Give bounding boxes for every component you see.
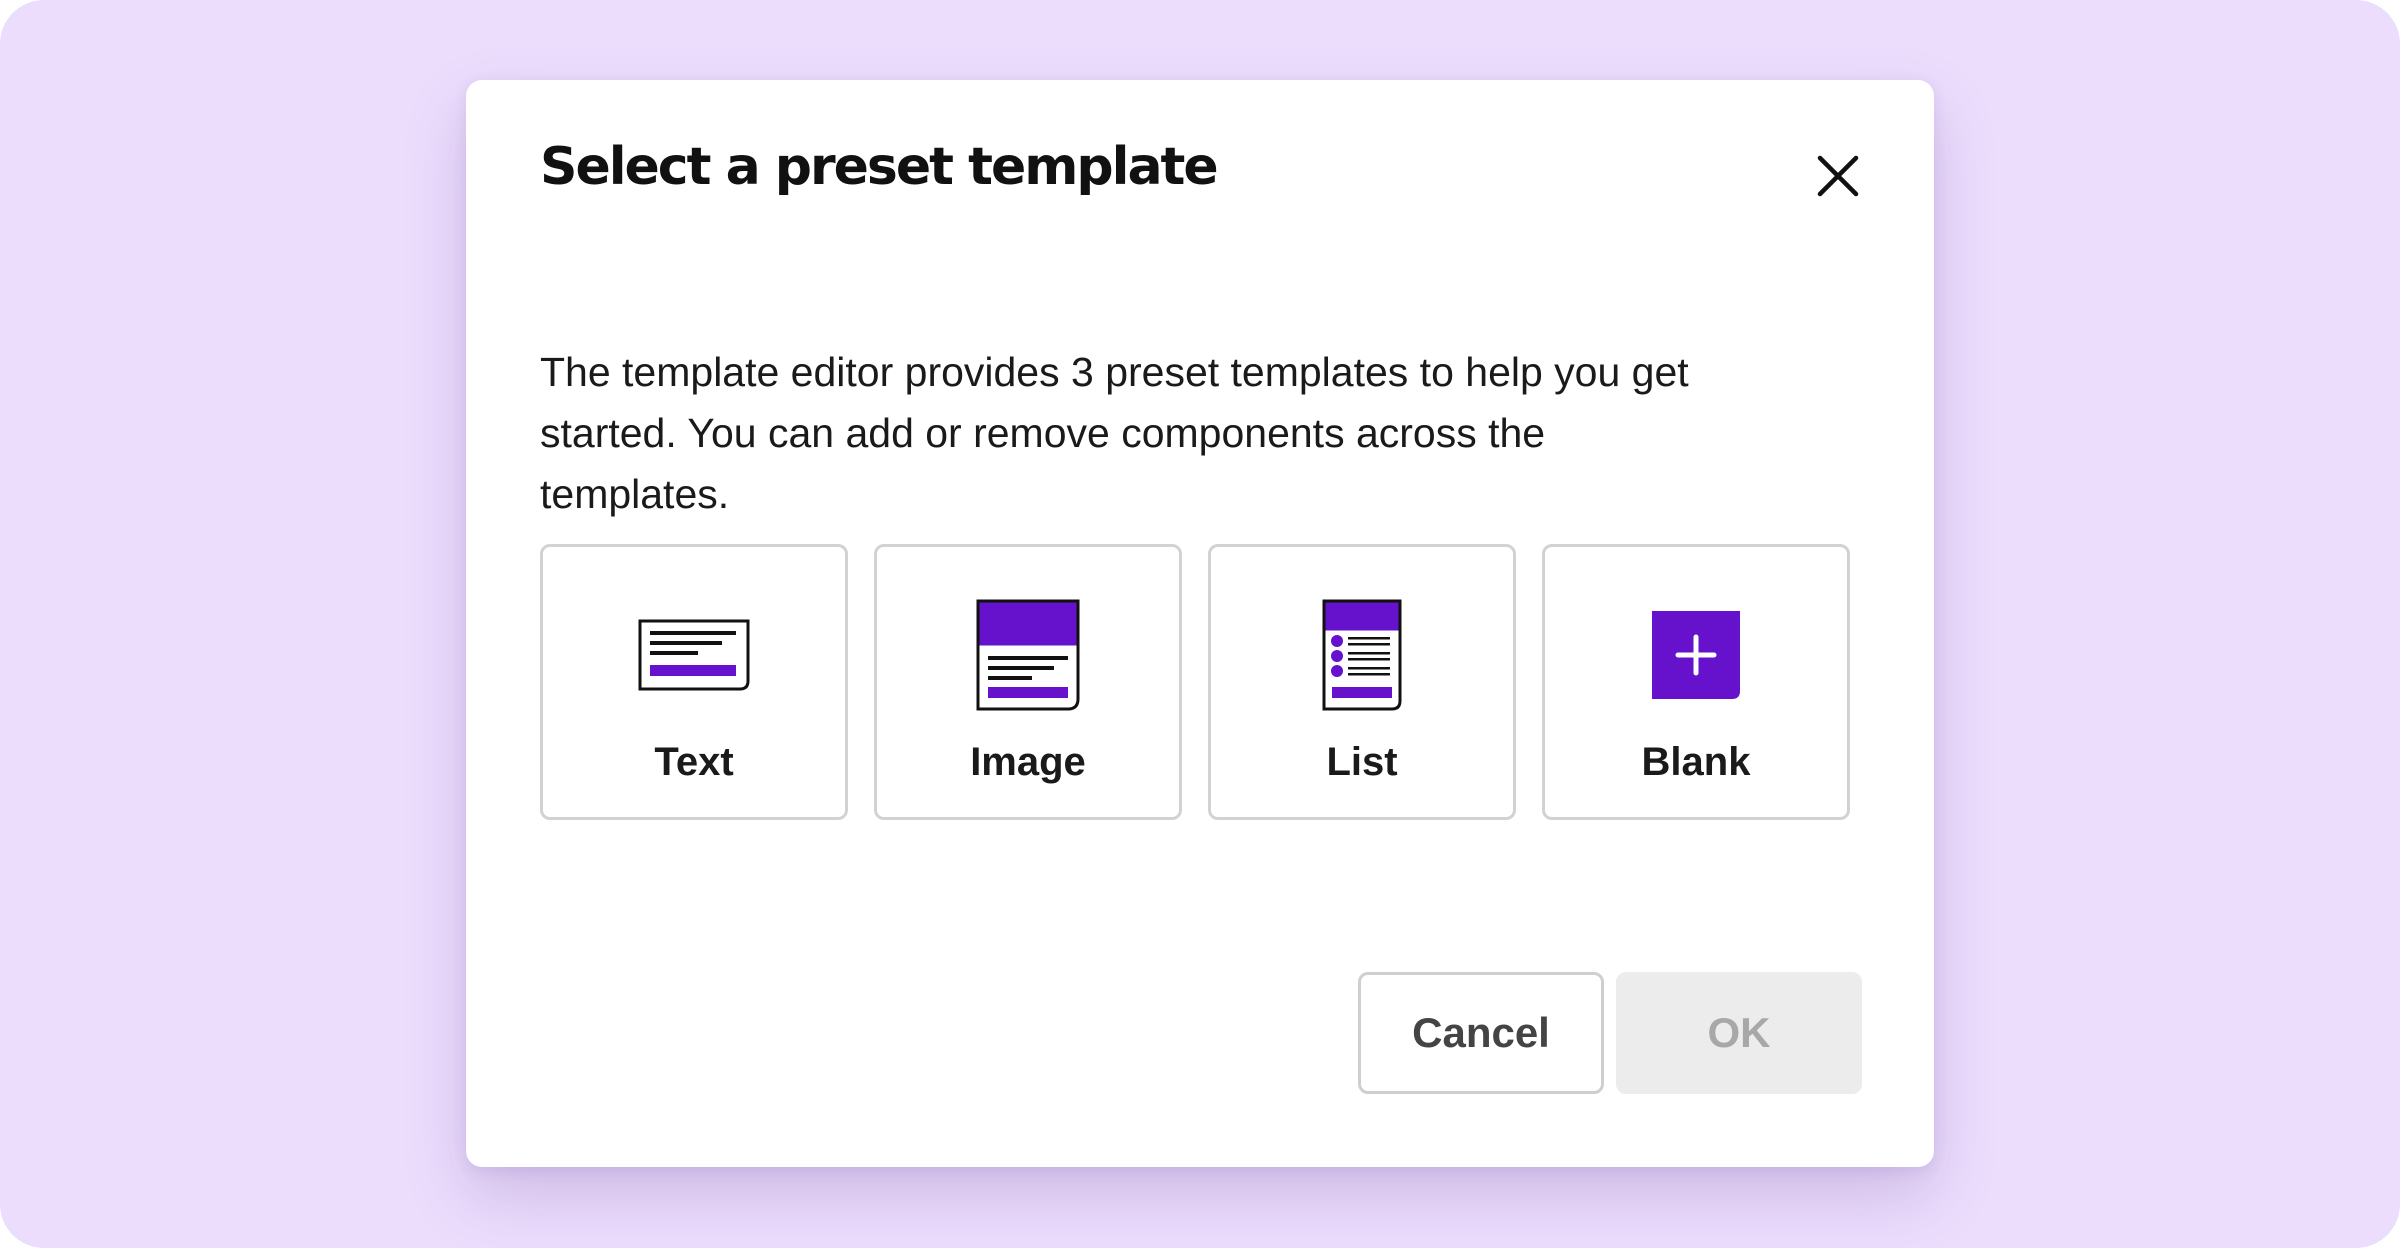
cancel-button[interactable]: Cancel <box>1358 972 1604 1094</box>
template-label: Text <box>654 740 734 784</box>
template-label: List <box>1326 740 1398 784</box>
preset-template-dialog: Select a preset template The template ed… <box>466 80 1934 1167</box>
dialog-title: Select a preset template <box>540 137 1219 197</box>
image-template-icon <box>976 599 1080 711</box>
ok-button[interactable]: OK <box>1616 972 1862 1094</box>
dialog-description: The template editor provides 3 preset te… <box>540 349 1689 517</box>
close-icon <box>1817 155 1859 197</box>
template-label: Image <box>970 740 1086 784</box>
text-template-icon <box>638 619 750 691</box>
page-background: Select a preset template The template ed… <box>0 0 2400 1248</box>
list-template-icon <box>1322 599 1402 711</box>
template-card-blank[interactable]: Blank <box>1542 544 1850 820</box>
template-card-image[interactable]: Image <box>874 544 1182 820</box>
plus-icon <box>1652 611 1740 699</box>
template-card-list[interactable]: List <box>1208 544 1516 820</box>
template-label: Blank <box>1641 740 1751 784</box>
template-options: Text Image List Blank <box>540 544 1850 820</box>
close-button[interactable] <box>1808 146 1868 206</box>
template-card-text[interactable]: Text <box>540 544 848 820</box>
